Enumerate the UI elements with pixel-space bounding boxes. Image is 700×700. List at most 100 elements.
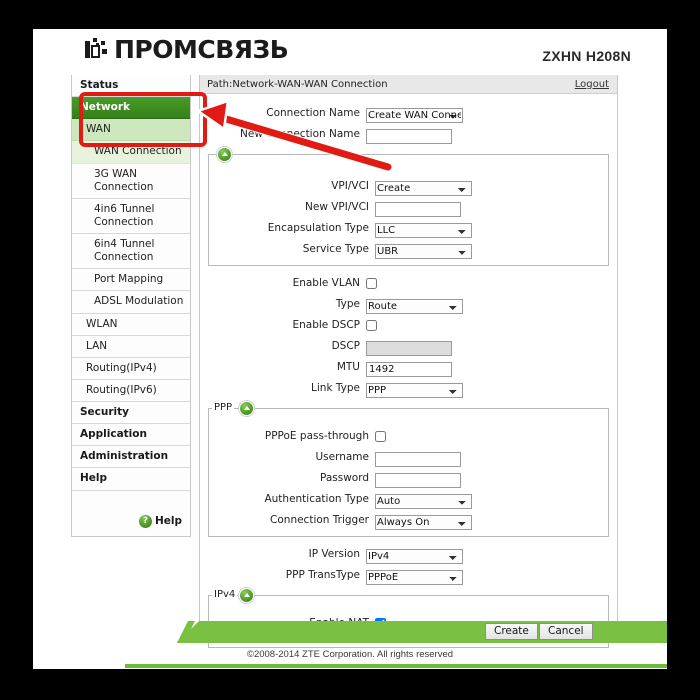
label-username: Username [315, 450, 369, 463]
brand-header: ПРОМСВЯЗЬ ZXHN H208N [33, 29, 667, 75]
sidebar-item-label: LAN [86, 339, 108, 352]
field-authentication-type: Authentication Type Auto [209, 490, 608, 509]
cancel-button[interactable]: Cancel [539, 623, 593, 640]
field-new-connection-name: New Connection Name [200, 125, 617, 144]
sidebar-spacer [72, 490, 190, 513]
label-new-vpi-vci: New VPI/VCI [305, 200, 369, 213]
mtu-input[interactable] [366, 361, 452, 377]
sidebar-item-port-mapping[interactable]: Port Mapping [72, 269, 190, 292]
label-type: Type [335, 297, 360, 310]
sidebar-item-wan-connection[interactable]: WAN Connection [72, 141, 190, 164]
pppoe-pass-through-checkbox[interactable] [375, 431, 386, 442]
ip-version-select[interactable]: IPv4 [366, 548, 463, 564]
field-link-type: Link Type PPP [200, 379, 617, 398]
authentication-type-select[interactable]: Auto [375, 493, 472, 509]
chevron-up-icon[interactable] [239, 588, 254, 603]
sidebar-item-label: 3G WAN Connection [94, 167, 154, 193]
label-pppoe-pass-through: PPPoE pass-through [264, 429, 369, 442]
sidebar-item-label: Network [80, 101, 131, 114]
label-dscp: DSCP [331, 339, 360, 352]
field-connection-name: Connection Name Create WAN Conne [200, 104, 617, 123]
ppp-settings-group: PPP PPPoE pass-through Username Password… [208, 401, 609, 537]
promsvyaz-logo-icon [85, 37, 109, 63]
sidebar-item-label: Security [80, 406, 130, 418]
logout-link[interactable]: Logout [575, 79, 609, 90]
sidebar-help-label: Help [154, 515, 182, 527]
sidebar-item-label: Application [80, 428, 147, 441]
connection-name-select[interactable]: Create WAN Conne [366, 107, 463, 123]
dscp-input [366, 340, 452, 356]
chevron-up-icon[interactable] [217, 147, 232, 162]
footer-zone: Create Cancel ©2008-2014 ZTE Corporation… [33, 621, 667, 669]
password-input[interactable] [375, 472, 461, 488]
sidebar-item-label: Port Mapping [94, 273, 164, 286]
label-mtu: MTU [336, 360, 360, 373]
sidebar-help-link[interactable]: ? Help [72, 512, 190, 536]
screenshot-root: ПРОМСВЯЗЬ ZXHN H208N Status Network WAN WAN… [0, 0, 700, 700]
sidebar-item-lan[interactable]: LAN [72, 335, 190, 358]
sidebar-nav: Status Network WAN WAN Connection 3G WAN Con… [71, 75, 191, 537]
username-input[interactable] [375, 451, 461, 467]
connection-trigger-select[interactable]: Always On [375, 514, 472, 530]
field-vpi-vci: VPI/VCI Create [209, 177, 608, 196]
sidebar-item-wan[interactable]: WAN [72, 119, 190, 142]
router-admin-page: ПРОМСВЯЗЬ ZXHN H208N Status Network WAN WAN… [33, 29, 667, 669]
new-vpi-vci-input[interactable] [375, 201, 461, 217]
field-dscp: DSCP [200, 337, 617, 356]
type-select[interactable]: Route [366, 298, 463, 314]
service-type-select[interactable]: UBR [375, 243, 472, 259]
field-connection-trigger: Connection Trigger Always On [209, 511, 608, 530]
field-ip-version: IP Version IPv4 [200, 545, 617, 564]
brand-logo: ПРОМСВЯЗЬ [85, 35, 289, 64]
breadcrumb: Path:Network-WAN-WAN Connection [207, 78, 388, 90]
label-service-type: Service Type [302, 242, 369, 255]
sidebar-item-3g-wan-connection[interactable]: 3G WAN Connection [72, 163, 190, 199]
sidebar-item-label: WAN [86, 123, 111, 136]
brand-wordmark: ПРОМСВЯЗЬ [114, 35, 289, 64]
footer-bottom-rule [125, 664, 667, 668]
sidebar-item-4in6-tunnel-connection[interactable]: 4in6 Tunnel Connection [72, 198, 190, 234]
sidebar-item-help[interactable]: Help [72, 468, 190, 491]
sidebar-item-routing-ipv6[interactable]: Routing(IPv6) [72, 379, 190, 402]
enable-vlan-checkbox[interactable] [366, 278, 377, 289]
new-connection-name-input[interactable] [366, 128, 452, 144]
sidebar-item-adsl-modulation[interactable]: ADSL Modulation [72, 291, 190, 314]
label-vpi-vci: VPI/VCI [331, 179, 369, 192]
label-password: Password [319, 471, 369, 484]
sidebar-item-label: 4in6 Tunnel Connection [94, 202, 155, 228]
encapsulation-type-select[interactable]: LLC [375, 222, 472, 238]
sidebar-item-wlan[interactable]: WLAN [72, 313, 190, 336]
label-encapsulation-type: Encapsulation Type [267, 221, 369, 234]
sidebar-item-routing-ipv4[interactable]: Routing(IPv4) [72, 357, 190, 380]
sidebar-item-label: Routing(IPv4) [86, 361, 157, 374]
sidebar-item-status[interactable]: Status [72, 75, 190, 98]
field-enable-vlan: Enable VLAN [200, 274, 617, 291]
sidebar-item-administration[interactable]: Administration [72, 446, 190, 469]
field-enable-dscp: Enable DSCP [200, 316, 617, 333]
label-enable-vlan: Enable VLAN [292, 276, 360, 289]
ppp-transtype-select[interactable]: PPPoE [366, 569, 463, 585]
link-type-select[interactable]: PPP [366, 382, 463, 398]
sidebar-item-6in4-tunnel-connection[interactable]: 6in4 Tunnel Connection [72, 234, 190, 270]
vpi-vci-select[interactable]: Create [375, 180, 472, 196]
label-enable-dscp: Enable DSCP [292, 318, 360, 331]
sidebar-item-label: Status [80, 79, 119, 91]
label-ip-version: IP Version [308, 547, 360, 560]
label-connection-name: Connection Name [266, 106, 360, 119]
sidebar-item-label: Administration [80, 450, 169, 463]
sidebar-item-label: ADSL Modulation [94, 295, 184, 308]
wan-connection-form: Connection Name Create WAN Conne New Con… [200, 94, 617, 648]
field-new-vpi-vci: New VPI/VCI [209, 198, 608, 217]
field-password: Password [209, 469, 608, 488]
sidebar-item-network[interactable]: Network [72, 97, 190, 120]
sidebar-item-label: WLAN [86, 317, 118, 330]
sidebar-item-application[interactable]: Application [72, 424, 190, 447]
create-button[interactable]: Create [485, 623, 538, 640]
sidebar-item-label: Routing(IPv6) [86, 383, 157, 396]
sidebar-item-security[interactable]: Security [72, 402, 190, 425]
field-encapsulation-type: Encapsulation Type LLC [209, 219, 608, 238]
chevron-up-icon[interactable] [239, 401, 254, 416]
copyright-text: ©2008-2014 ZTE Corporation. All rights r… [246, 649, 454, 660]
enable-dscp-checkbox[interactable] [366, 320, 377, 331]
device-model-label: ZXHN H208N [542, 48, 631, 64]
